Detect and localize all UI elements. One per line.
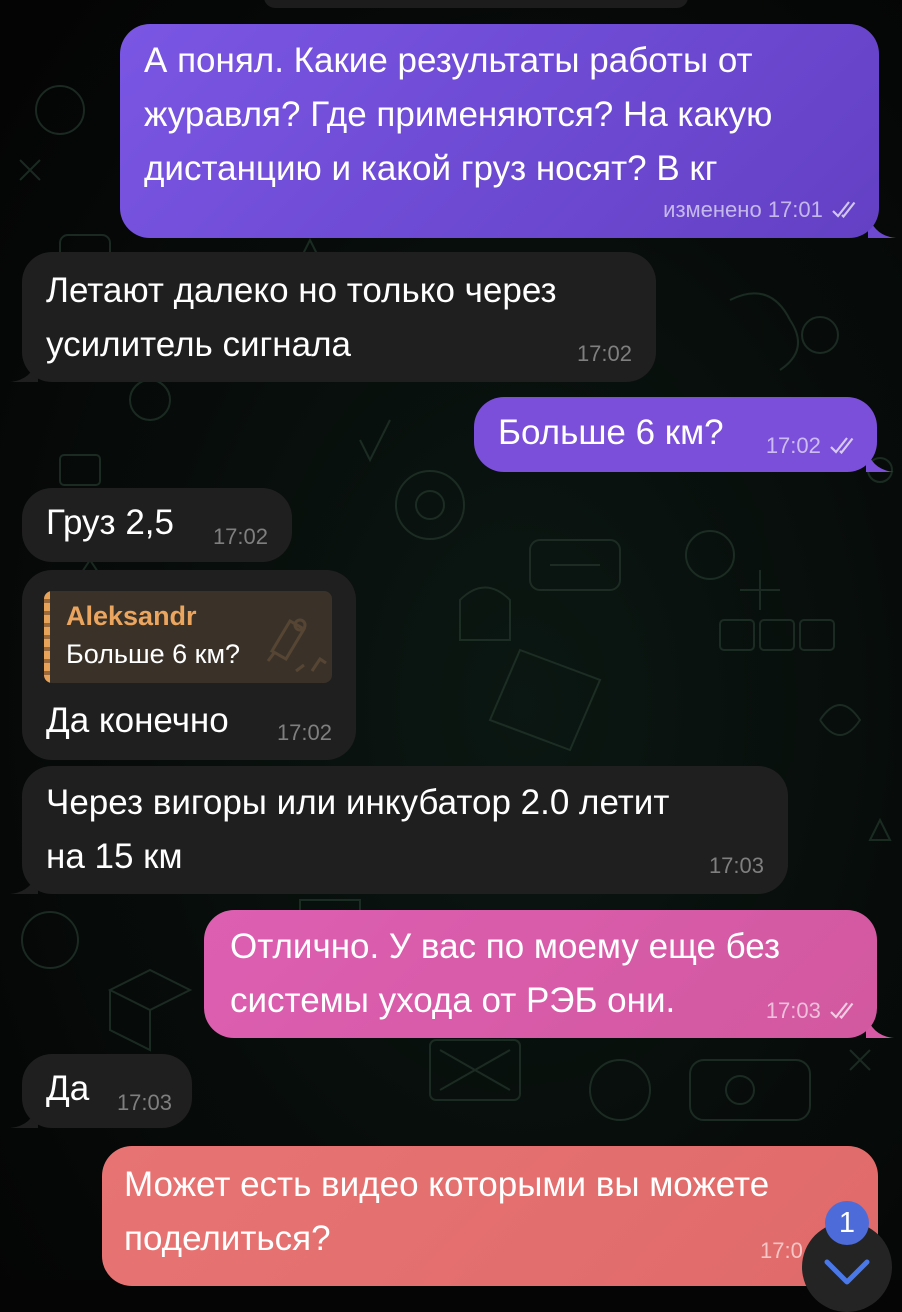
double-check-icon [830, 437, 854, 455]
message-text: Больше 6 км? [498, 413, 724, 452]
outgoing-message[interactable]: Отлично. У вас по моему еще без системы … [204, 910, 877, 1038]
incoming-reply-message[interactable]: Aleksandr Больше 6 км? Да конечно 17:02 [22, 570, 356, 760]
previous-message-edge [264, 0, 688, 8]
message-text: А понял. Какие результаты работы от жура… [144, 41, 773, 188]
message-meta: 17:03 [766, 998, 857, 1024]
message-time: 17:0 [760, 1238, 803, 1263]
message-text: Летают далеко но только через усилитель … [46, 271, 557, 364]
edited-label: изменено [663, 197, 762, 222]
reply-quote[interactable]: Aleksandr Больше 6 км? [44, 591, 332, 683]
message-text: Может есть видео которыми вы можете поде… [124, 1165, 770, 1258]
outgoing-message[interactable]: Больше 6 км? 17:02 [474, 397, 877, 472]
unread-count-badge: 1 [825, 1201, 869, 1245]
message-time: 17:01 [767, 197, 823, 222]
message-text: Да конечно [46, 701, 229, 740]
message-time: 17:02 [576, 341, 632, 366]
outgoing-message[interactable]: Может есть видео которыми вы можете поде… [102, 1146, 878, 1286]
reply-text: Больше 6 км? [66, 639, 241, 669]
message-meta: 17:02 [766, 433, 857, 459]
message-time: 17:03 [708, 853, 764, 878]
message-time: 17:03 [116, 1090, 172, 1115]
message-time: 17:02 [212, 524, 268, 549]
incoming-message[interactable]: Да 17:03 [22, 1054, 192, 1128]
reply-author: Aleksandr [66, 601, 197, 631]
incoming-message[interactable]: Через вигоры или инкубатор 2.0 летит на … [22, 766, 788, 894]
message-text: Да [46, 1069, 90, 1108]
message-time: 17:02 [765, 433, 821, 458]
message-time: 17:03 [765, 998, 821, 1023]
message-text: Отлично. У вас по моему еще без системы … [230, 927, 781, 1020]
incoming-message[interactable]: Летают далеко но только через усилитель … [22, 252, 656, 382]
incoming-message[interactable]: Груз 2,5 17:02 [22, 488, 292, 562]
message-text: Через вигоры или инкубатор 2.0 летит на … [46, 783, 670, 876]
double-check-icon [830, 1002, 854, 1020]
message-time: 17:02 [276, 720, 332, 745]
message-text: Груз 2,5 [46, 503, 174, 542]
reply-accent-bar [44, 591, 50, 683]
double-check-icon [832, 201, 856, 219]
outgoing-message[interactable]: А понял. Какие результаты работы от жура… [120, 24, 879, 238]
message-meta: изменено 17:01 [663, 197, 859, 223]
rocket-pattern-icon [266, 618, 327, 673]
